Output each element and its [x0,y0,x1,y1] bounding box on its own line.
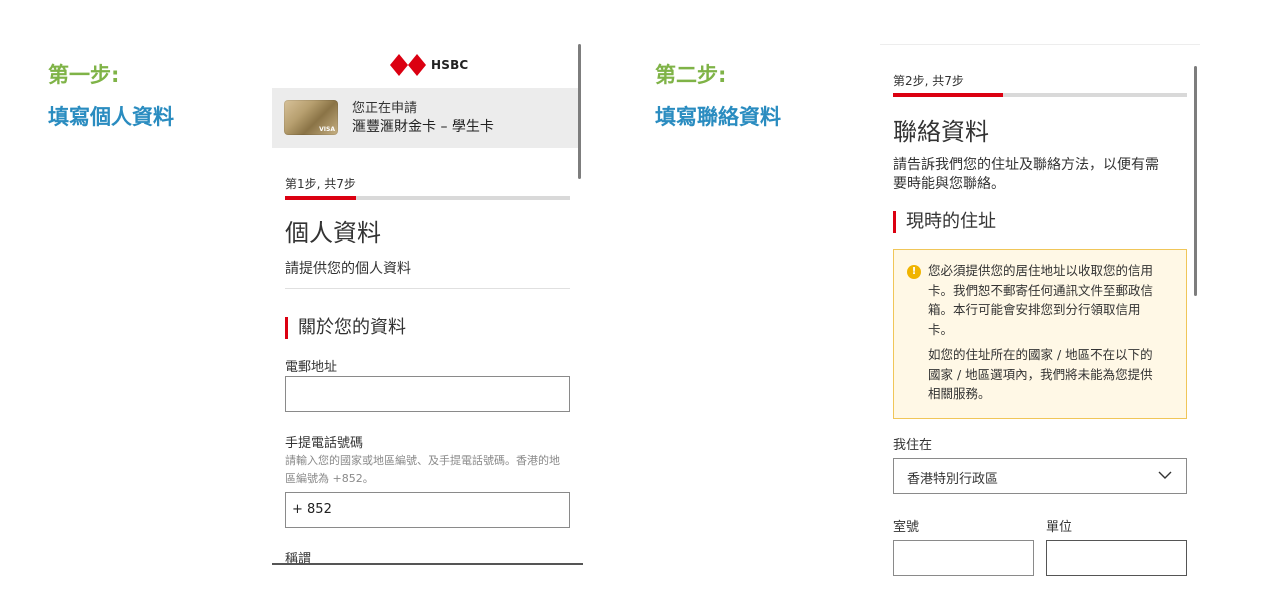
unit-label: 單位 [1046,520,1073,535]
contact-info-screen: 第2步, 共7步 聯絡資料 請告訴我們您的住址及聯絡方法，以便有需 要時能與您聯… [880,44,1200,598]
divider [285,288,570,289]
page-intro: 請告訴我們您的住址及聯絡方法，以便有需 要時能與您聯絡。 [893,156,1193,194]
notice-line: 箱。本行可能會安排您到分行領取信用 [928,302,1141,317]
step1-label: 第一步: [48,63,120,87]
progress-bar [285,196,570,200]
progress-text: 第2步, 共7步 [893,74,964,88]
step1-description: 填寫個人資料 [48,105,174,129]
page-title: 個人資料 [285,219,381,247]
notice-line: 卡。我們恕不郵寄任何通訊文件至郵政信 [928,282,1154,298]
address-notice: ! 您必須提供您的居住地址以收取您的信用 卡。我們恕不郵寄任何通訊文件至郵政信 … [893,249,1187,419]
progress-bar [893,93,1187,97]
scrollbar[interactable] [1194,66,1197,296]
mobile-label: 手提電話號碼 [285,436,364,451]
brand-name: HSBC [431,58,469,72]
notice-paragraph-2: 如您的住址所在的國家 / 地區不在以下的 國家 / 地區選項內，我們將未能為您提… [928,345,1174,404]
notice-paragraph-1: 您必須提供您的居住地址以收取您的信用 卡。我們恕不郵寄任何通訊文件至郵政信 箱。… [928,261,1174,339]
progress-bar-fill [893,93,1004,97]
banner-applying-text: 您正在申請 [352,101,418,116]
step2-description: 填寫聯絡資料 [655,105,781,129]
mobile-number-field[interactable]: + 852 [285,492,570,528]
notice-line: 國家 / 地區選項內，我們將未能為您提供 [928,366,1153,382]
page-subtitle: 請提供您的個人資料 [285,261,411,277]
credit-card-image: VISA [284,100,338,135]
live-in-label: 我住在 [893,438,933,453]
screen-top-edge [880,44,1200,45]
warning-icon: ! [907,265,921,279]
banner-card-name: 滙豐滙財金卡 – 學生卡 [352,119,494,135]
email-field[interactable] [285,376,570,412]
visa-mark: VISA [319,126,335,133]
scrollbar[interactable] [578,44,581,179]
progress-bar-fill [285,196,357,200]
notice-line: 卡。 [928,321,954,337]
section-title: 現時的住址 [893,211,996,233]
mobile-hint-line1: 請輸入您的國家或地區編號、及手提電話號碼。香港的地 [285,454,560,467]
room-label: 室號 [893,520,920,535]
chevron-down-icon [1158,471,1172,479]
screen-bottom-edge [272,563,583,565]
page-title: 聯絡資料 [893,118,989,146]
progress-text: 第1步, 共7步 [285,177,356,191]
personal-info-screen: HSBC VISA 您正在申請 滙豐滙財金卡 – 學生卡 第1步, 共7步 個人… [272,44,583,566]
notice-line: 您必須提供您的居住地址以收取您的信用 [928,263,1154,278]
section-title: 關於您的資料 [285,317,406,339]
unit-field[interactable] [1046,540,1187,576]
mobile-hint-line2: 區編號為 +852。 [285,472,374,485]
country-select-value: 香港特別行政區 [907,472,999,487]
country-select[interactable]: 香港特別行政區 [893,458,1187,494]
hsbc-hexagon-icon [390,54,426,76]
notice-line: 如您的住址所在的國家 / 地區不在以下的 [928,347,1153,362]
hsbc-logo: HSBC [390,54,468,76]
mobile-number-value: + 852 [292,502,332,517]
page-intro-line1: 請告訴我們您的住址及聯絡方法，以便有需 [893,157,1159,173]
notice-line: 相關服務。 [928,386,991,401]
email-label: 電郵地址 [285,360,338,375]
step2-label: 第二步: [655,63,727,87]
application-banner: VISA 您正在申請 滙豐滙財金卡 – 學生卡 [272,88,581,148]
page-intro-line2: 要時能與您聯絡。 [893,176,1005,192]
mobile-hint: 請輸入您的國家或地區編號、及手提電話號碼。香港的地 區編號為 +852。 [285,452,575,488]
room-field[interactable] [893,540,1034,576]
